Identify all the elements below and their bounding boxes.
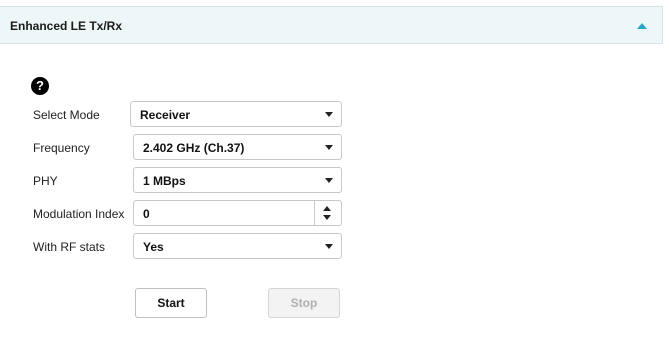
chevron-down-icon	[325, 178, 333, 183]
modulation-index-stepper[interactable]: 0	[133, 200, 342, 226]
decrement-icon[interactable]	[323, 215, 331, 220]
frequency-dropdown[interactable]: 2.402 GHz (Ch.37)	[133, 134, 342, 160]
chevron-up-icon[interactable]	[636, 21, 648, 31]
chevron-down-icon	[325, 112, 333, 117]
stepper-buttons	[314, 201, 341, 225]
select-mode-label: Select Mode	[33, 108, 100, 122]
select-mode-dropdown[interactable]: Receiver	[130, 101, 342, 127]
rf-stats-value: Yes	[143, 240, 164, 254]
modulation-index-value[interactable]: 0	[143, 207, 150, 221]
panel-title: Enhanced LE Tx/Rx	[10, 19, 123, 33]
stop-button[interactable]: Stop	[268, 288, 340, 318]
panel-header[interactable]: Enhanced LE Tx/Rx	[0, 6, 663, 44]
modulation-index-label: Modulation Index	[33, 207, 125, 221]
increment-icon[interactable]	[323, 206, 331, 211]
frequency-label: Frequency	[33, 141, 90, 155]
frequency-value: 2.402 GHz (Ch.37)	[143, 141, 245, 155]
rf-stats-dropdown[interactable]: Yes	[133, 233, 342, 259]
phy-value: 1 MBps	[143, 174, 186, 188]
select-mode-value: Receiver	[140, 108, 191, 122]
rf-stats-label: With RF stats	[33, 240, 106, 254]
chevron-down-icon	[325, 244, 333, 249]
start-button[interactable]: Start	[135, 288, 207, 318]
phy-dropdown[interactable]: 1 MBps	[133, 167, 342, 193]
help-icon[interactable]: ?	[31, 77, 49, 95]
chevron-down-icon	[325, 145, 333, 150]
phy-label: PHY	[33, 174, 58, 188]
